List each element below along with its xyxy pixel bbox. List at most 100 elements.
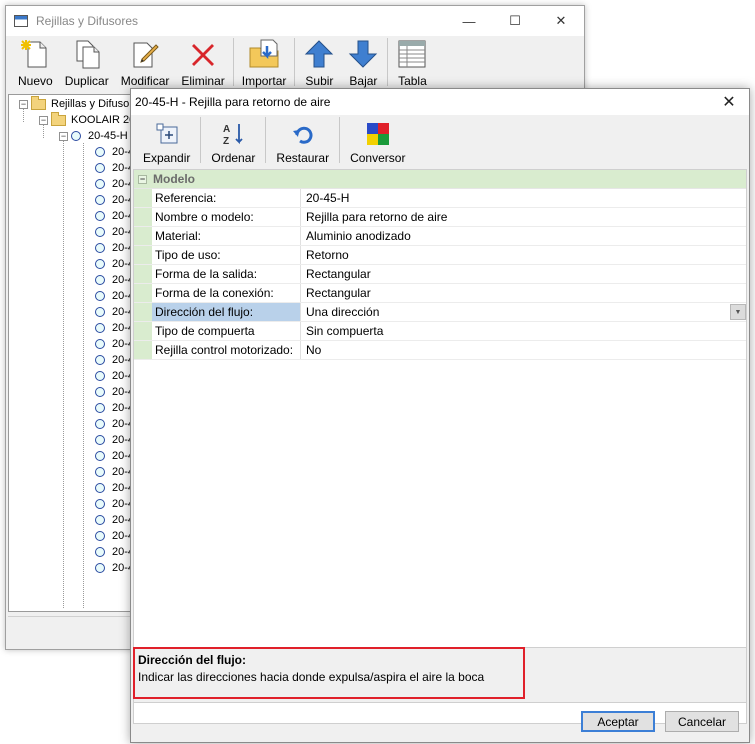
maximize-button[interactable]: ☐ xyxy=(492,6,538,36)
property-row[interactable]: Nombre o modelo: Rejilla para retorno de … xyxy=(134,208,746,227)
tree-leaf-item[interactable]: 20-4 xyxy=(95,432,132,448)
property-name[interactable]: Forma de la conexión: xyxy=(152,284,301,302)
property-row[interactable]: Material: Aluminio anodizado xyxy=(134,227,746,246)
tree-leaf-item[interactable]: 20-4 xyxy=(95,192,132,208)
tree-leaf-item[interactable]: 20-4 xyxy=(95,352,132,368)
close-button[interactable]: ✕ xyxy=(538,6,584,36)
expand-icon xyxy=(156,123,178,144)
property-row[interactable]: Tipo de compuerta Sin compuerta xyxy=(134,322,746,341)
converter-icon xyxy=(366,123,389,145)
dialog-close-button[interactable]: ✕ xyxy=(709,92,749,112)
tree-leaf-item[interactable]: 20-4 xyxy=(95,416,132,432)
tree-leaf-item[interactable]: 20-4 xyxy=(95,288,132,304)
property-name[interactable]: Dirección del flujo: xyxy=(152,303,301,321)
leaf-circle-icon xyxy=(95,387,105,397)
aceptar-button[interactable]: Aceptar xyxy=(581,711,655,732)
tree-item-manufacturer[interactable]: − KOOLAIR 20 xyxy=(39,111,132,128)
tree-item-model[interactable]: − 20-45-H xyxy=(59,128,128,144)
leaf-circle-icon xyxy=(95,499,105,509)
tree-leaf-item[interactable]: 20-4 xyxy=(95,448,132,464)
tree-leaf-item[interactable]: 20-4 xyxy=(95,496,132,512)
tree-leaf-item[interactable]: 20-4 xyxy=(95,240,132,256)
tree-leaf-item[interactable]: 20-4 xyxy=(95,304,132,320)
property-name[interactable]: Forma de la salida: xyxy=(152,265,301,283)
tree-leaf-item[interactable]: 20-4 xyxy=(95,384,132,400)
property-row[interactable]: Referencia: 20-45-H xyxy=(134,189,746,208)
tree-leaf-item[interactable]: 20-4 xyxy=(95,144,132,160)
property-name[interactable]: Tipo de compuerta xyxy=(152,322,301,340)
tabla-button[interactable]: Tabla xyxy=(390,36,434,90)
property-value[interactable]: Retorno xyxy=(301,246,746,264)
property-value[interactable]: Rectangular xyxy=(301,265,746,283)
tree-leaf-item[interactable]: 20-4 xyxy=(95,400,132,416)
modificar-button[interactable]: Modificar xyxy=(115,36,176,90)
property-value[interactable]: Rejilla para retorno de aire xyxy=(301,208,746,226)
duplicar-label: Duplicar xyxy=(64,74,109,88)
property-gutter xyxy=(134,284,152,302)
tree-leaf-item[interactable]: 20-4 xyxy=(95,160,132,176)
collapse-icon[interactable]: − xyxy=(19,99,28,109)
tree-leaf-item[interactable]: 20-4 xyxy=(95,528,132,544)
tree-leaf-item[interactable]: 20-4 xyxy=(95,336,132,352)
leaf-circle-icon xyxy=(95,531,105,541)
nuevo-label: Nuevo xyxy=(18,74,53,88)
property-value[interactable]: Rectangular xyxy=(301,284,746,302)
tree-item-root[interactable]: − Rejillas y Difusores xyxy=(19,95,132,112)
bajar-button[interactable]: Bajar xyxy=(341,36,385,90)
minimize-button[interactable]: — xyxy=(446,6,492,36)
property-row[interactable]: Tipo de uso: Retorno xyxy=(134,246,746,265)
tree-leaf-item[interactable]: 20-4 xyxy=(95,272,132,288)
property-name[interactable]: Referencia: xyxy=(152,189,301,207)
property-value[interactable]: Sin compuerta xyxy=(301,322,746,340)
property-name[interactable]: Tipo de uso: xyxy=(152,246,301,264)
tree-leaf-item[interactable]: 20-4 xyxy=(95,256,132,272)
property-row[interactable]: Forma de la conexión: Rectangular xyxy=(134,284,746,303)
eliminar-button[interactable]: Eliminar xyxy=(175,36,230,90)
cancelar-button[interactable]: Cancelar xyxy=(665,711,739,732)
property-row[interactable]: Dirección del flujo: Una dirección ▼ xyxy=(134,303,746,322)
tree-leaf-item[interactable]: 20-4 xyxy=(95,208,132,224)
collapse-icon[interactable]: − xyxy=(39,115,48,125)
ordenar-button[interactable]: A Z Ordenar xyxy=(203,117,263,167)
property-value[interactable]: No xyxy=(301,341,746,359)
tree-view[interactable]: − Rejillas y Difusores − KOOLAIR 20 − 20… xyxy=(8,94,133,612)
tree-leaf-item[interactable]: 20-4 xyxy=(95,544,132,560)
main-toolbar: Nuevo Duplicar Modificar Eliminar Import… xyxy=(6,36,584,90)
property-value[interactable]: Aluminio anodizado xyxy=(301,227,746,245)
tree-leaf-item[interactable]: 20-4 xyxy=(95,480,132,496)
conversor-button[interactable]: Conversor xyxy=(342,117,413,167)
subir-button[interactable]: Subir xyxy=(297,36,341,90)
tree-leaf-item[interactable]: 20-4 xyxy=(95,224,132,240)
leaf-circle-icon xyxy=(95,243,105,253)
ordenar-label: Ordenar xyxy=(211,151,256,165)
category-modelo[interactable]: − Modelo xyxy=(134,170,746,189)
property-value-text: Rejilla para retorno de aire xyxy=(306,210,448,224)
rejillas-window-titlebar[interactable]: Rejillas y Difusores — ☐ ✕ xyxy=(6,6,584,36)
property-name[interactable]: Rejilla control motorizado: xyxy=(152,341,301,359)
toolbar-separator xyxy=(339,117,341,163)
property-value[interactable]: Una dirección ▼ xyxy=(301,303,746,321)
tree-leaf-item[interactable]: 20-4 xyxy=(95,368,132,384)
nuevo-button[interactable]: Nuevo xyxy=(12,36,59,90)
leaf-circle-icon xyxy=(95,259,105,269)
dialog-titlebar[interactable]: 20-45-H - Rejilla para retorno de aire ✕ xyxy=(131,89,749,115)
restaurar-button[interactable]: Restaurar xyxy=(268,117,337,167)
duplicar-button[interactable]: Duplicar xyxy=(59,36,115,90)
svg-text:A: A xyxy=(223,124,230,135)
property-name[interactable]: Nombre o modelo: xyxy=(152,208,301,226)
property-value[interactable]: 20-45-H xyxy=(301,189,746,207)
property-name[interactable]: Material: xyxy=(152,227,301,245)
expandir-button[interactable]: Expandir xyxy=(135,117,198,167)
property-row[interactable]: Rejilla control motorizado: No xyxy=(134,341,746,360)
tree-leaf-item[interactable]: 20-4 xyxy=(95,320,132,336)
tree-leaf-item[interactable]: 20-4 xyxy=(95,464,132,480)
tree-leaf-item[interactable]: 20-4 xyxy=(95,512,132,528)
tree-leaf-item[interactable]: 20-4 xyxy=(95,176,132,192)
property-row[interactable]: Forma de la salida: Rectangular xyxy=(134,265,746,284)
importar-button[interactable]: Importar xyxy=(236,36,293,90)
tree-leaf-item[interactable]: 20-4 xyxy=(95,560,132,576)
collapse-icon[interactable]: − xyxy=(138,174,147,184)
model-circle-icon xyxy=(71,131,81,141)
collapse-icon[interactable]: − xyxy=(59,131,68,141)
dropdown-arrow-icon[interactable]: ▼ xyxy=(730,304,746,320)
